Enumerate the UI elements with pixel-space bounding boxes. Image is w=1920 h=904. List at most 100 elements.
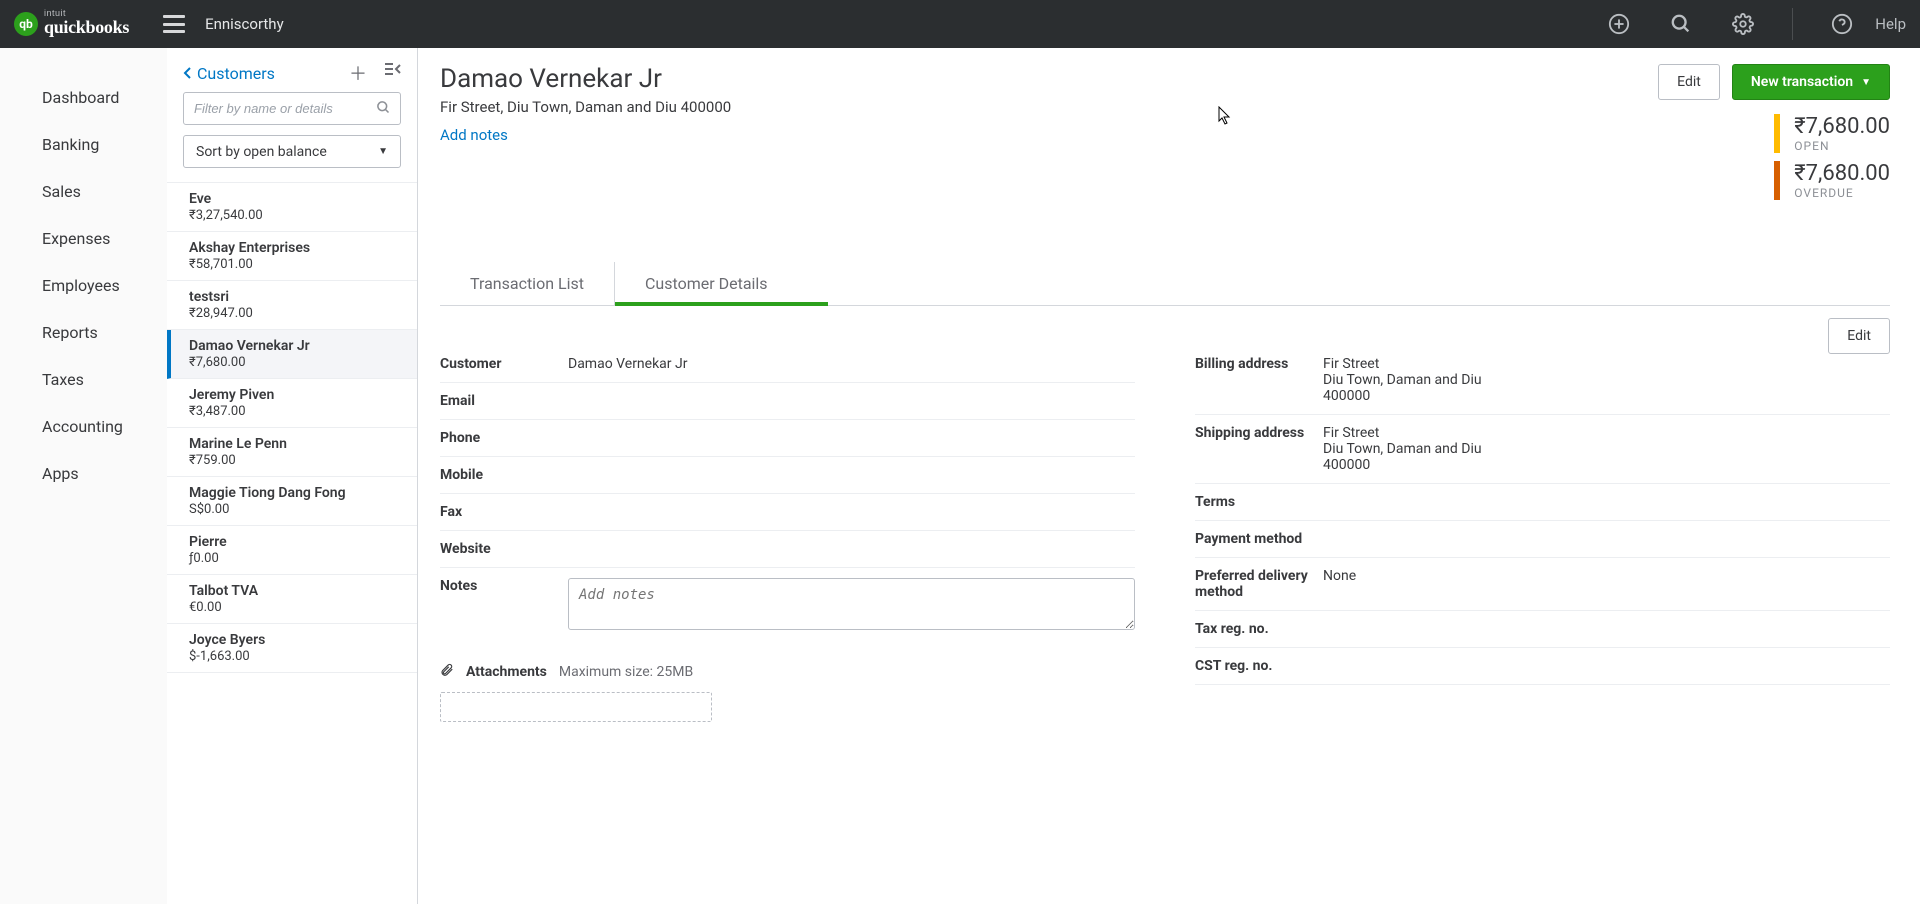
notes-input[interactable]	[568, 578, 1135, 630]
details-right-col: Billing address Fir Street Diu Town, Dam…	[1195, 346, 1890, 722]
list-item[interactable]: Joyce Byers $-1,663.00	[167, 624, 417, 673]
customer-name: Akshay Enterprises	[189, 240, 403, 256]
customer-name: Marine Le Penn	[189, 436, 403, 452]
sort-dropdown[interactable]: Sort by open balance ▼	[183, 135, 401, 168]
search-inline-icon[interactable]	[376, 100, 391, 119]
list-item[interactable]: testsri ₹28,947.00	[167, 281, 417, 330]
help-icon[interactable]	[1829, 11, 1855, 37]
field-billing-label: Billing address	[1195, 356, 1323, 372]
brand-small: intuit	[44, 10, 129, 17]
nav-expenses[interactable]: Expenses	[0, 215, 167, 262]
tab-customer-details[interactable]: Customer Details	[614, 262, 798, 305]
brand-main: quickbooks	[44, 17, 129, 37]
customers-back-link[interactable]: Customers	[183, 64, 343, 83]
nav-accounting[interactable]: Accounting	[0, 403, 167, 450]
list-item[interactable]: Talbot TVA €0.00	[167, 575, 417, 624]
collapse-icon[interactable]	[385, 60, 401, 86]
edit-button[interactable]: Edit	[1658, 64, 1720, 100]
customer-balance: ƒ0.00	[189, 551, 403, 566]
brand-logo[interactable]: qb intuit quickbooks	[14, 10, 129, 38]
customer-list-panel: Customers ＋ Sort by open balance ▼ Ev	[167, 48, 418, 904]
customer-balance: S$0.00	[189, 502, 403, 517]
field-billing-value: Fir Street Diu Town, Daman and Diu 40000…	[1323, 356, 1890, 404]
nav-dashboard[interactable]: Dashboard	[0, 74, 167, 121]
new-transaction-button[interactable]: New transaction ▼	[1732, 64, 1890, 100]
field-email-label: Email	[440, 393, 568, 409]
customer-balance: ₹58,701.00	[189, 257, 403, 272]
list-item[interactable]: Pierre ƒ0.00	[167, 526, 417, 575]
gear-icon[interactable]	[1730, 11, 1756, 37]
plus-icon[interactable]	[1606, 11, 1632, 37]
field-notes-label: Notes	[440, 578, 568, 594]
topbar-divider	[1792, 8, 1793, 40]
field-delivery-label: Preferred delivery method	[1195, 568, 1323, 600]
customer-address-line: Fir Street, Diu Town, Daman and Diu 4000…	[440, 98, 1658, 116]
nav-taxes[interactable]: Taxes	[0, 356, 167, 403]
filter-input[interactable]	[183, 92, 401, 125]
list-item[interactable]: Maggie Tiong Dang Fong S$0.00	[167, 477, 417, 526]
qb-icon: qb	[14, 12, 38, 36]
field-delivery-value: None	[1323, 568, 1890, 584]
customer-balance: $-1,663.00	[189, 649, 403, 664]
field-website-label: Website	[440, 541, 568, 557]
edit-details-button[interactable]: Edit	[1828, 318, 1890, 354]
customer-name: Damao Vernekar Jr	[189, 338, 403, 354]
customer-balance: ₹759.00	[189, 453, 403, 468]
paperclip-icon	[440, 662, 454, 682]
main: Dashboard Banking Sales Expenses Employe…	[0, 48, 1920, 904]
detail-panel: Damao Vernekar Jr Fir Street, Diu Town, …	[418, 48, 1920, 904]
sort-wrap: Sort by open balance ▼	[167, 135, 417, 182]
hamburger-icon[interactable]	[163, 15, 185, 33]
tab-transaction-list[interactable]: Transaction List	[440, 262, 614, 305]
nav-apps[interactable]: Apps	[0, 450, 167, 497]
add-notes-link[interactable]: Add notes	[440, 126, 508, 144]
customer-name: Eve	[189, 191, 403, 207]
chevron-down-icon: ▼	[378, 146, 388, 157]
chevron-down-icon: ▼	[1861, 77, 1871, 88]
sort-label: Sort by open balance	[196, 144, 327, 160]
open-amount: ₹7,680.00	[1794, 114, 1890, 139]
nav-banking[interactable]: Banking	[0, 121, 167, 168]
list-item[interactable]: Akshay Enterprises ₹58,701.00	[167, 232, 417, 281]
details-left-col: CustomerDamao Vernekar Jr Email Phone Mo…	[440, 346, 1135, 722]
nav-employees[interactable]: Employees	[0, 262, 167, 309]
customer-name: Pierre	[189, 534, 403, 550]
customer-name: testsri	[189, 289, 403, 305]
customer-list[interactable]: Eve ₹3,27,540.00 Akshay Enterprises ₹58,…	[167, 182, 417, 904]
open-label: OPEN	[1794, 139, 1890, 153]
filter-wrap	[167, 92, 417, 135]
tabs: Transaction List Customer Details	[440, 262, 1890, 306]
overdue-balance: ₹7,680.00 OVERDUE	[1774, 161, 1890, 200]
list-item[interactable]: Damao Vernekar Jr ₹7,680.00	[167, 330, 417, 379]
attachments-max: Maximum size: 25MB	[559, 664, 693, 680]
customer-name: Joyce Byers	[189, 632, 403, 648]
list-item[interactable]: Marine Le Penn ₹759.00	[167, 428, 417, 477]
customer-balance: €0.00	[189, 600, 403, 615]
field-customer-label: Customer	[440, 356, 568, 372]
company-name[interactable]: Enniscorthy	[205, 15, 284, 33]
nav-sales[interactable]: Sales	[0, 168, 167, 215]
overdue-label: OVERDUE	[1794, 186, 1890, 200]
search-icon[interactable]	[1668, 11, 1694, 37]
field-mobile-label: Mobile	[440, 467, 568, 483]
nav-reports[interactable]: Reports	[0, 309, 167, 356]
page-title: Damao Vernekar Jr	[440, 64, 1658, 94]
field-shipping-value: Fir Street Diu Town, Daman and Diu 40000…	[1323, 425, 1890, 473]
detail-header: Damao Vernekar Jr Fir Street, Diu Town, …	[440, 64, 1890, 208]
help-label[interactable]: Help	[1875, 15, 1906, 33]
customer-name: Talbot TVA	[189, 583, 403, 599]
add-customer-icon[interactable]: ＋	[349, 60, 367, 86]
customer-balance: ₹3,27,540.00	[189, 208, 403, 223]
field-taxreg-label: Tax reg. no.	[1195, 621, 1323, 637]
attachments-dropzone[interactable]	[440, 692, 712, 722]
field-shipping-label: Shipping address	[1195, 425, 1323, 441]
field-fax-label: Fax	[440, 504, 568, 520]
field-customer-value: Damao Vernekar Jr	[568, 356, 1135, 372]
list-item[interactable]: Eve ₹3,27,540.00	[167, 183, 417, 232]
list-item[interactable]: Jeremy Piven ₹3,487.00	[167, 379, 417, 428]
open-balance: ₹7,680.00 OPEN	[1774, 114, 1890, 153]
field-payment-label: Payment method	[1195, 531, 1323, 547]
attachments-label[interactable]: Attachments	[466, 664, 547, 680]
list-header: Customers ＋	[167, 48, 417, 92]
details-body: Edit CustomerDamao Vernekar Jr Email Pho…	[440, 306, 1890, 722]
